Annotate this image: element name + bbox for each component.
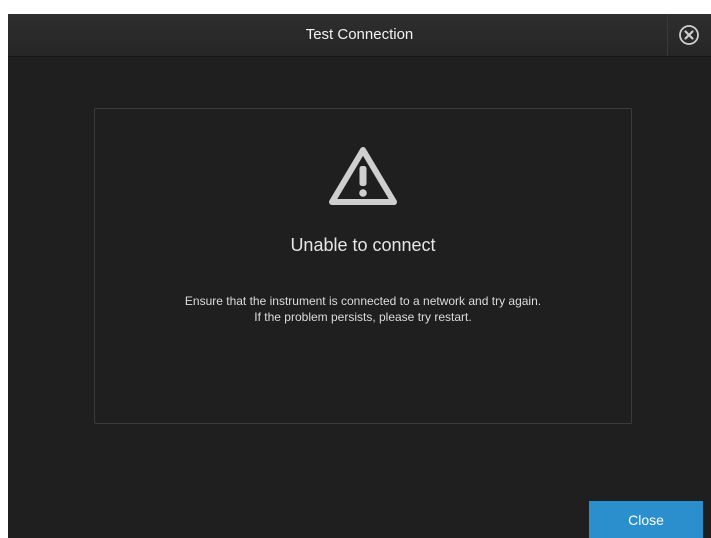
dialog-header: Test Connection	[8, 14, 711, 57]
message-panel: Unable to connect Ensure that the instru…	[94, 108, 632, 424]
test-connection-dialog: Test Connection Unable to connect Ensure…	[8, 14, 711, 538]
error-title: Unable to connect	[290, 235, 436, 255]
dialog-title: Test Connection	[305, 26, 414, 43]
warning-triangle-icon	[328, 145, 398, 207]
close-button[interactable]: Close	[589, 501, 703, 538]
error-message-line1: Ensure that the instrument is connected …	[184, 294, 542, 308]
header-divider	[667, 14, 668, 56]
error-message-line2: If the problem persists, please try rest…	[254, 310, 472, 324]
close-dialog-icon[interactable]	[678, 24, 700, 46]
